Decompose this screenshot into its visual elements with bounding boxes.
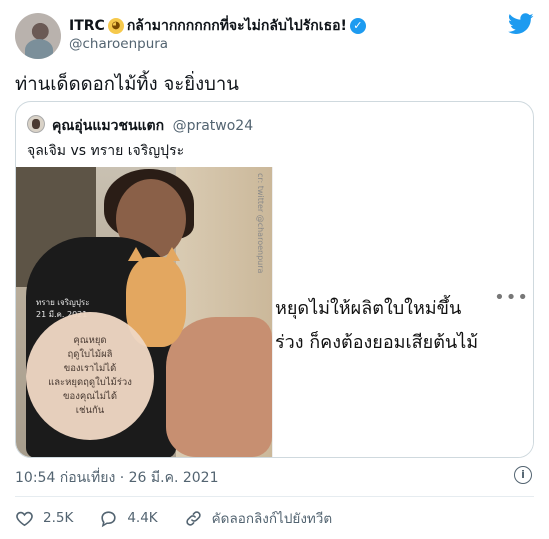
heart-icon: [16, 511, 33, 526]
divider: [15, 496, 534, 497]
cat-ear: [128, 247, 144, 261]
tweet-text: ท่านเด็ดดอกไม้ทิ้ง จะยิ่งบาน: [15, 74, 239, 95]
photo-side-credit: cr: twitter @charoenpura: [256, 173, 265, 274]
circle-line: ฤดูใบไม้ผลิ: [67, 349, 113, 360]
overlay-text-line-1: หยุดไม่ให้ผลิตใบใหม่ขึ้น: [275, 298, 462, 319]
circle-line: ของคุณไม่ได้: [63, 391, 117, 402]
info-icon[interactable]: i: [514, 466, 532, 484]
cat-emoji-icon: ◕: [107, 18, 124, 34]
quoted-name-row[interactable]: คุณอุ่นแมวชนแตก @pratwo24: [52, 115, 253, 137]
like-button[interactable]: 2.5K: [15, 509, 73, 528]
circle-line: เช่นกัน: [75, 405, 105, 416]
reply-bubble-icon: [101, 510, 116, 527]
reply-count: 4.4K: [127, 510, 158, 526]
author-name-suffix[interactable]: กล้ามากกกกกกที่จะไม่กลับไปรักเธอ!: [127, 15, 347, 37]
quoted-photo-left[interactable]: ทราย เจริญปุระ 21 มี.ค. 2021 คุณหยุด ฤดู…: [16, 167, 272, 457]
copy-link-button[interactable]: คัดลอกลิงก์ไปยังทวีต: [184, 507, 333, 529]
quoted-photo-right[interactable]: ••• หยุดไม่ให้ผลิตใบใหม่ขึ้น ร่วง ก็คงต้…: [273, 167, 533, 457]
copy-link-label: คัดลอกลิงก์ไปยังทวีต: [211, 511, 333, 527]
quoted-tweet[interactable]: คุณอุ่นแมวชนแตก @pratwo24 จุลเจิม vs ทรา…: [15, 101, 534, 458]
twitter-bird-icon[interactable]: [508, 13, 534, 35]
quoted-author-name: คุณอุ่นแมวชนแตก: [52, 118, 165, 134]
photo-legs: [166, 317, 272, 457]
quoted-text: จุลเจิม vs ทราย เจริญปุระ: [27, 143, 185, 159]
author-name[interactable]: ITRC: [69, 18, 105, 34]
action-bar: 2.5K 4.4K คัดลอกลิงก์ไปยังทวีต: [15, 507, 358, 529]
verified-badge-icon: ✓: [349, 18, 366, 34]
author-handle[interactable]: @charoenpura: [69, 36, 168, 52]
circle-line: ของเราไม่ได้: [63, 363, 117, 374]
tweet-timestamp[interactable]: 10:54 ก่อนเที่ยง · 26 มี.ค. 2021: [15, 467, 219, 489]
overlay-text-line-2: ร่วง ก็คงต้องยอมเสียต้นไม้: [275, 332, 479, 353]
link-icon: [185, 510, 201, 526]
author-name-row[interactable]: ITRC ◕ กล้ามากกกกกกที่จะไม่กลับไปรักเธอ!…: [69, 15, 366, 37]
more-dots-icon: •••: [494, 287, 529, 308]
circle-line: และหยุดฤดูใบไม้ร่วง: [48, 377, 132, 388]
like-count: 2.5K: [43, 510, 74, 526]
avatar[interactable]: [15, 13, 61, 59]
reply-button[interactable]: 4.4K: [99, 509, 158, 528]
embedded-tweet: ITRC ◕ กล้ามากกกกกกที่จะไม่กลับไปรักเธอ!…: [0, 0, 549, 539]
quoted-avatar[interactable]: [27, 115, 45, 133]
photo-credit: ทราย เจริญปุระ: [36, 298, 90, 307]
cat-ear: [164, 247, 180, 261]
quoted-author-handle: @pratwo24: [172, 118, 254, 134]
quote-circle: คุณหยุด ฤดูใบไม้ผลิ ของเราไม่ได้ และหยุด…: [26, 312, 154, 440]
circle-line: คุณหยุด: [73, 335, 107, 346]
